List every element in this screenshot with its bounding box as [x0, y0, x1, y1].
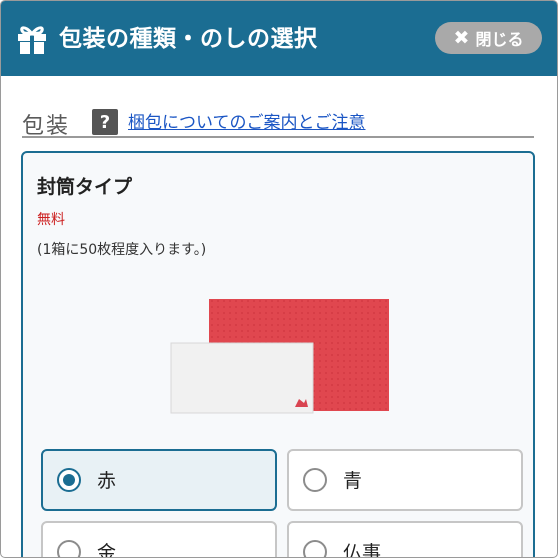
option-label: 青	[343, 470, 363, 492]
dialog: 包装の種類・のしの選択 ✖ 閉じる 包装 ? 梱包についてのご案内とご注意 封筒…	[0, 0, 558, 558]
gift-icon	[18, 26, 46, 54]
option-label: 金	[97, 542, 117, 558]
card-title: 封筒タイプ	[37, 176, 133, 198]
envelope-product-image	[170, 299, 389, 414]
color-option-blue[interactable]: 青	[287, 449, 523, 511]
color-option-buddhist[interactable]: 仏事	[287, 521, 523, 558]
option-label: 赤	[97, 470, 117, 492]
color-option-red[interactable]: 赤	[41, 449, 277, 511]
radio-button[interactable]	[57, 540, 81, 557]
wrapping-option-card: 封筒タイプ 無料 (1箱に50枚程度入ります。) 赤 青 金 仏事	[21, 151, 535, 558]
help-icon: ?	[92, 109, 118, 135]
close-icon: ✖	[453, 26, 470, 49]
section-divider	[22, 136, 534, 138]
close-button-label: 閉じる	[475, 30, 524, 49]
packing-info-link[interactable]: 梱包についてのご案内とご注意	[128, 108, 366, 133]
radio-button[interactable]	[57, 468, 81, 492]
radio-button[interactable]	[303, 540, 327, 557]
close-button[interactable]: ✖ 閉じる	[435, 22, 542, 54]
price-label: 無料	[37, 212, 65, 228]
color-option-gold[interactable]: 金	[41, 521, 277, 558]
capacity-note: (1箱に50枚程度入ります。)	[37, 242, 207, 258]
option-label: 仏事	[343, 542, 382, 558]
radio-button[interactable]	[303, 468, 327, 492]
dialog-title: 包装の種類・のしの選択	[59, 26, 318, 52]
dialog-header: 包装の種類・のしの選択 ✖ 閉じる	[1, 1, 557, 76]
